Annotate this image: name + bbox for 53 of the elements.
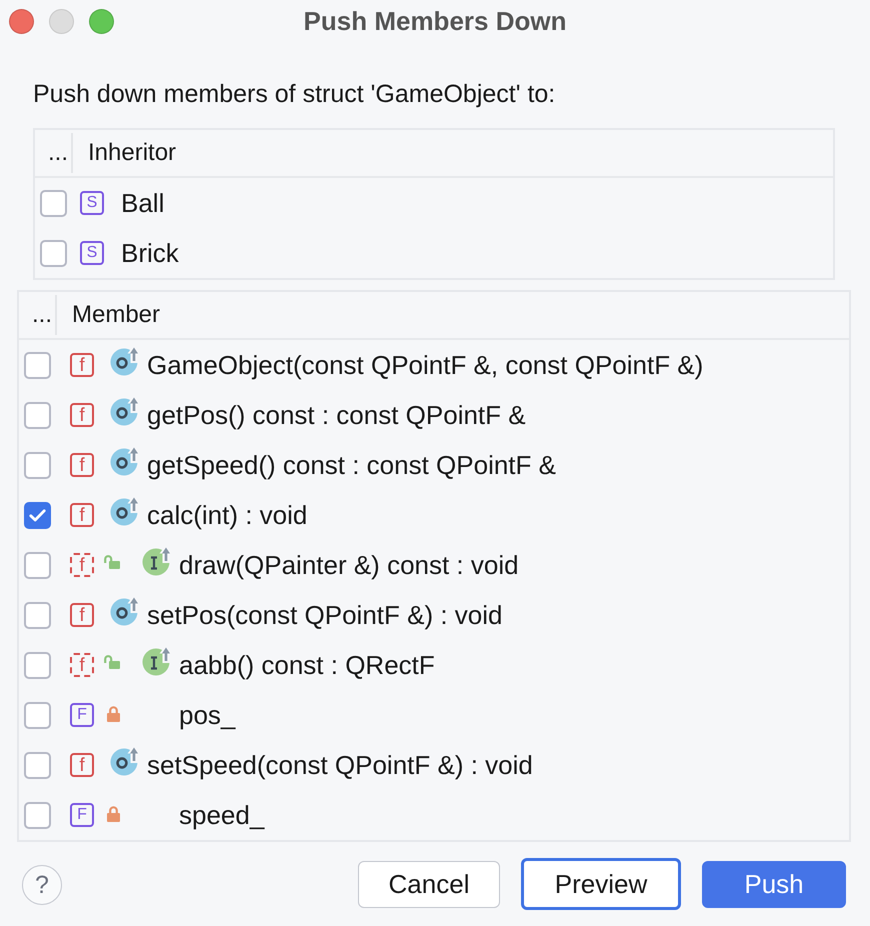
dialog-button[interactable]: Cancel [358,860,500,908]
checkbox[interactable] [24,502,51,528]
method-kind-badge: f [70,453,94,477]
checkbox[interactable] [24,352,51,378]
lock-icon [107,806,120,822]
member-name[interactable]: speed_ [179,800,264,830]
checkbox[interactable] [40,190,67,216]
method-kind-badge: f [70,503,94,527]
checkbox[interactable] [24,802,51,828]
open-lock-icon [103,655,120,669]
member-name[interactable]: GameObject(const QPointF &, const QPointF &) [147,350,704,380]
zoom-button[interactable] [89,8,114,34]
method-kind-badge: f [70,553,94,577]
member-name[interactable]: setPos(const QPointF &) : void [147,600,502,630]
checkbox[interactable] [24,552,51,578]
struct-kind-badge: S [80,241,104,265]
checkbox[interactable] [24,752,51,778]
method-kind-badge: f [70,403,94,427]
member-name[interactable]: getPos() const : const QPointF & [147,400,526,430]
column-header: ... [32,301,52,329]
member-name[interactable]: getSpeed() const : const QPointF & [147,450,556,480]
close-button[interactable] [9,8,34,34]
dialog-button[interactable]: Push [702,860,846,908]
window-title: Push Members Down [304,6,566,36]
method-kind-badge: f [70,753,94,777]
checkbox[interactable] [24,602,51,628]
prompt-text: Push down members of struct 'GameObject' to: [33,79,556,109]
member-name[interactable]: pos_ [179,700,236,730]
method-kind-badge: f [70,353,94,377]
checkbox[interactable] [24,652,51,678]
column-header: ... [48,139,68,167]
checkbox[interactable] [24,402,51,428]
member-name[interactable]: setSpeed(const QPointF &) : void [147,750,533,780]
member-name[interactable]: calc(int) : void [147,500,308,530]
struct-kind-badge: S [80,191,104,215]
member-name[interactable]: aabb() const : QRectF [179,650,435,680]
inheritor-name[interactable]: Brick [121,238,179,268]
inheritor-name[interactable]: Ball [121,188,164,218]
open-lock-icon [103,555,120,569]
dialog-button[interactable]: Preview [521,858,681,910]
checkbox[interactable] [40,240,67,266]
field-kind-badge: F [70,703,94,727]
field-kind-badge: F [70,803,94,827]
checkbox[interactable] [24,702,51,728]
help-button[interactable]: ? [22,865,62,905]
checkbox[interactable] [24,452,51,478]
method-kind-badge: f [70,653,94,677]
checkmark-icon [29,508,46,522]
column-header: Inheritor [88,139,176,167]
method-kind-badge: f [70,603,94,627]
lock-icon [107,706,120,722]
column-header: Member [72,301,160,329]
member-name[interactable]: draw(QPainter &) const : void [179,550,519,580]
